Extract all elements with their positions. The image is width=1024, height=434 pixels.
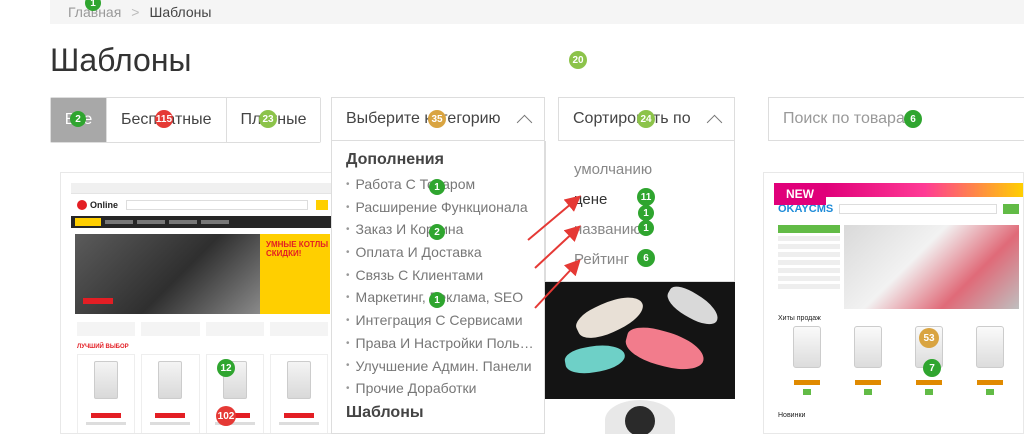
product-preview-image: NEW OKAYCMS Хиты продаж Новинки (774, 183, 1023, 433)
product-card[interactable]: NEW OKAYCMS Хиты продаж Новинки (763, 172, 1024, 434)
annotation-badge: 23 (259, 110, 277, 128)
preview-promo-text: УМНЫЕ КОТЛЫ СКИДКИ! (266, 240, 329, 258)
annotation-badge: 20 (569, 51, 587, 69)
product-card[interactable]: Online УМНЫЕ КОТЛЫ СКИДКИ! ЛУЧШИЙ ВЫБОР (60, 172, 335, 434)
category-group-heading: Шаблоны (346, 403, 424, 421)
category-option[interactable]: Заказ И Корзина (346, 218, 544, 241)
breadcrumb: Главная > Шаблоны (50, 0, 1024, 24)
sort-option-default[interactable]: умолчанию (546, 155, 734, 185)
annotation-badge: 53 (919, 328, 939, 348)
annotation-badge: 1 (638, 205, 654, 221)
category-option[interactable]: Права И Настройки Пользователей (346, 332, 544, 355)
category-option[interactable]: Расширение Функционала (346, 196, 544, 219)
chevron-up-icon (516, 114, 533, 130)
new-badge: NEW (774, 183, 826, 205)
breadcrumb-current: Шаблоны (149, 4, 212, 20)
chevron-up-icon (706, 114, 723, 130)
category-option[interactable]: Улучшение Админ. Панели (346, 355, 544, 378)
annotation-badge: 1 (638, 220, 654, 236)
category-option[interactable]: Связь С Клиентами (346, 264, 544, 287)
annotation-badge: 115 (155, 110, 173, 128)
annotation-badge: 35 (428, 110, 446, 128)
category-group-heading: Дополнения (346, 151, 444, 168)
product-preview-image (545, 282, 735, 399)
annotation-badge: 102 (216, 406, 236, 426)
category-option[interactable]: Маркетинг, Реклама, SEO (346, 286, 544, 309)
annotation-badge: 7 (923, 359, 941, 377)
sort-select-label: Сортировать по (573, 110, 691, 127)
preview-section-title: Хиты продаж (778, 315, 821, 322)
price-filter-group: Все Бесплатные Платные (50, 97, 322, 143)
category-option[interactable]: Оплата И Доставка (346, 241, 544, 264)
category-select-label: Выберите категорию (346, 110, 501, 127)
category-option[interactable]: Прочие Доработки (346, 377, 544, 400)
annotation-badge: 12 (217, 359, 235, 377)
product-preview-image: Online УМНЫЕ КОТЛЫ СКИДКИ! ЛУЧШИЙ ВЫБОР (71, 183, 334, 433)
annotation-badge: 2 (70, 111, 86, 127)
preview-logo: Online (90, 200, 119, 210)
annotation-badge: 1 (429, 292, 445, 308)
annotation-badge: 2 (429, 224, 445, 240)
page-title: Шаблоны (50, 42, 192, 78)
annotation-badge: 6 (904, 110, 922, 128)
product-card[interactable] (545, 282, 735, 434)
search-input[interactable] (768, 97, 1024, 141)
category-option[interactable]: Работа С Товаром (346, 173, 544, 196)
preview-section-title: Новинки (778, 412, 806, 419)
annotation-badge: 11 (637, 188, 655, 206)
breadcrumb-separator: > (131, 4, 140, 20)
annotation-badge: 1 (429, 179, 445, 195)
category-option[interactable]: Интеграция С Сервисами (346, 309, 544, 332)
annotation-badge: 6 (637, 249, 655, 267)
annotation-badge: 24 (637, 110, 655, 128)
